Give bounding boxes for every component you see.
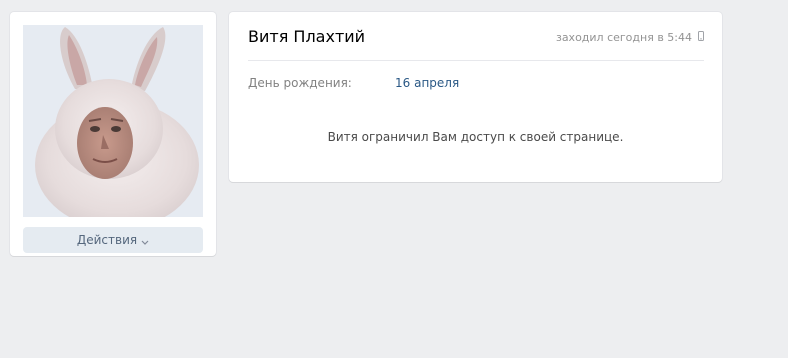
profile-page: Действия Витя Плахтий заходил сегодня в … — [0, 0, 788, 358]
avatar-image — [23, 25, 203, 217]
profile-name: Витя Плахтий — [248, 27, 366, 46]
avatar[interactable] — [23, 25, 203, 217]
mobile-phone-icon — [698, 31, 704, 44]
restricted-access-message: Витя ограничил Вам доступ к своей страни… — [327, 130, 624, 144]
divider — [248, 60, 704, 61]
chevron-down-icon — [141, 228, 149, 254]
actions-button-label: Действия — [76, 233, 138, 247]
last-seen-text: заходил сегодня в 5:44 — [555, 31, 692, 44]
last-seen-status: заходил сегодня в 5:44 — [556, 31, 704, 44]
birthday-label: День рождения: — [248, 76, 352, 90]
profile-photo-card: Действия — [10, 12, 216, 256]
birthday-link[interactable]: 16 апреля — [395, 76, 459, 90]
profile-info-card: Витя Плахтий заходил сегодня в 5:44 День… — [229, 12, 722, 182]
actions-button[interactable]: Действия — [23, 227, 203, 253]
